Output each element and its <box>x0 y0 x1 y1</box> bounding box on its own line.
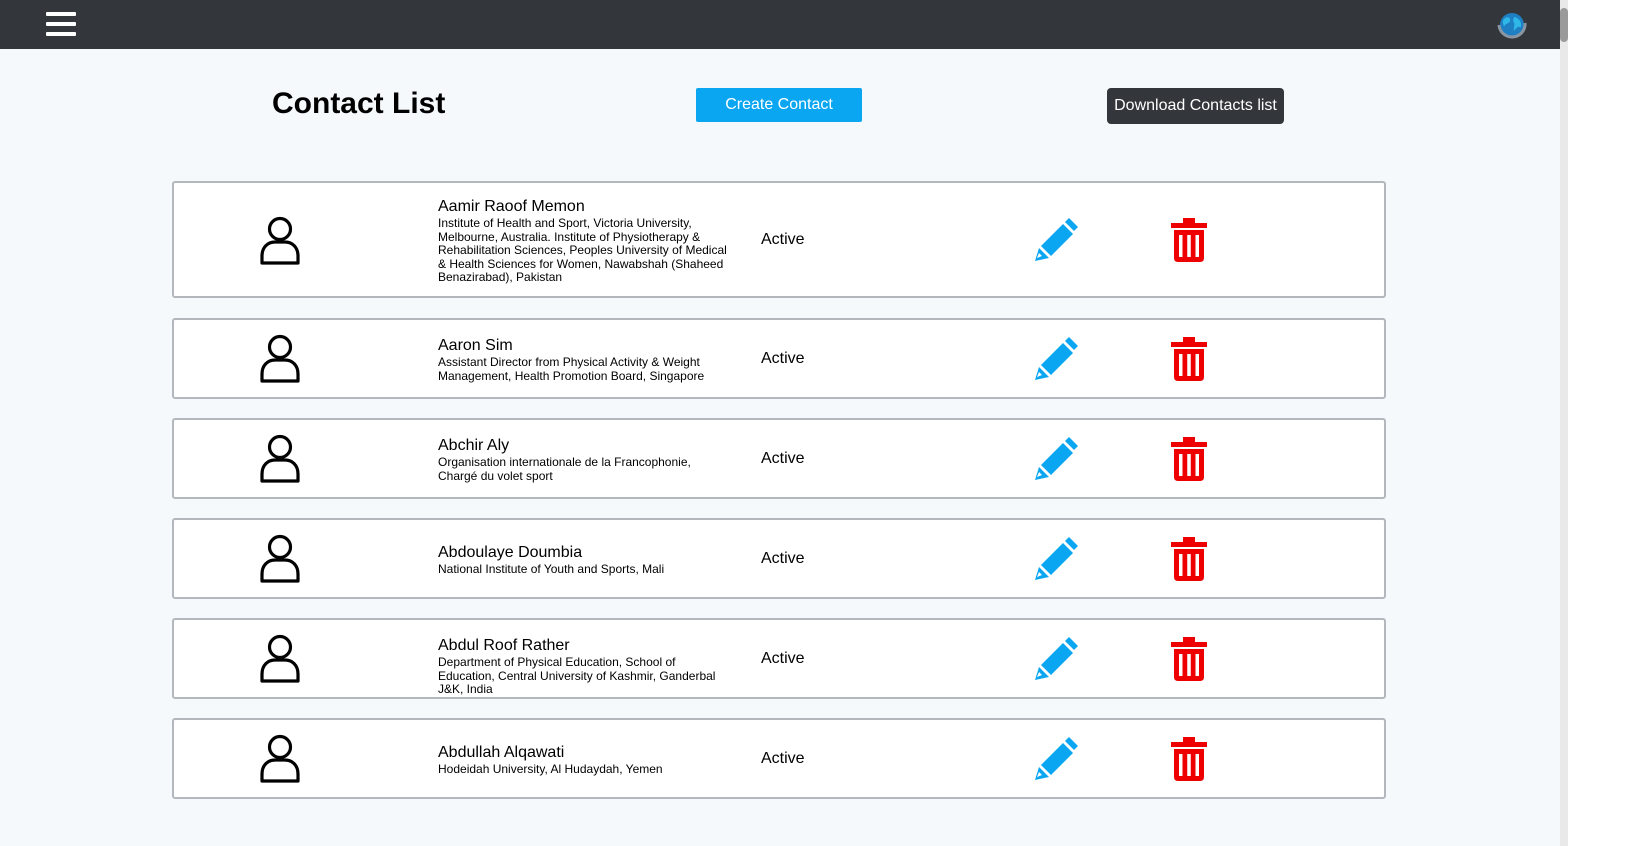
top-navbar <box>0 0 1560 49</box>
trash-icon[interactable] <box>1169 218 1209 262</box>
contact-name: Abdullah Alqawati <box>438 744 565 761</box>
contact-card: Aaron Sim Assistant Director from Physic… <box>172 318 1386 399</box>
contact-status: Active <box>761 550 805 567</box>
scrollbar-track[interactable] <box>1560 0 1568 846</box>
hamburger-menu-icon[interactable] <box>46 12 76 36</box>
page-title: Contact List <box>272 87 446 120</box>
contact-card: Abdul Roof Rather Department of Physical… <box>172 618 1386 699</box>
pencil-icon[interactable] <box>1032 737 1078 783</box>
user-avatar-icon <box>260 634 300 683</box>
contact-card: Aamir Raoof Memon Institute of Health an… <box>172 181 1386 298</box>
contact-affiliation: Department of Physical Education, School… <box>438 655 716 696</box>
contact-card: Abdoulaye Doumbia National Institute of … <box>172 518 1386 599</box>
contact-name: Abdul Roof Rather <box>438 637 570 654</box>
contact-name: Abdoulaye Doumbia <box>438 544 583 561</box>
user-avatar-icon <box>260 434 300 483</box>
user-avatar-icon <box>260 216 300 265</box>
contact-name: Aamir Raoof Memon <box>438 198 585 215</box>
download-contacts-button[interactable]: Download Contacts list <box>1107 88 1284 124</box>
trash-icon[interactable] <box>1169 337 1209 381</box>
globe-icon[interactable] <box>1496 10 1528 40</box>
contact-affiliation: National Institute of Youth and Sports, … <box>438 562 665 576</box>
pencil-icon[interactable] <box>1032 637 1078 683</box>
create-contact-button[interactable]: Create Contact <box>696 88 862 122</box>
pencil-icon[interactable] <box>1032 437 1078 483</box>
user-avatar-icon <box>260 534 300 583</box>
contact-name: Abchir Aly <box>438 437 510 454</box>
pencil-icon[interactable] <box>1032 218 1078 264</box>
trash-icon[interactable] <box>1169 437 1209 481</box>
contact-card: Abdullah Alqawati Hodeidah University, A… <box>172 718 1386 799</box>
scrollbar-thumb[interactable] <box>1560 8 1568 42</box>
contact-card: Abchir Aly Organisation internationale d… <box>172 418 1386 499</box>
contact-affiliation: Institute of Health and Sport, Victoria … <box>438 216 727 284</box>
contact-status: Active <box>761 650 805 667</box>
contact-status: Active <box>761 450 805 467</box>
user-avatar-icon <box>260 334 300 383</box>
user-avatar-icon <box>260 734 300 783</box>
contact-name: Aaron Sim <box>438 337 513 354</box>
pencil-icon[interactable] <box>1032 537 1078 583</box>
trash-icon[interactable] <box>1169 637 1209 681</box>
contact-affiliation: Hodeidah University, Al Hudaydah, Yemen <box>438 762 663 776</box>
contact-status: Active <box>761 231 805 248</box>
contact-status: Active <box>761 350 805 367</box>
contact-status: Active <box>761 750 805 767</box>
pencil-icon[interactable] <box>1032 337 1078 383</box>
trash-icon[interactable] <box>1169 737 1209 781</box>
contact-affiliation: Organisation internationale de la Franco… <box>438 455 691 483</box>
contact-affiliation: Assistant Director from Physical Activit… <box>438 355 705 383</box>
trash-icon[interactable] <box>1169 537 1209 581</box>
